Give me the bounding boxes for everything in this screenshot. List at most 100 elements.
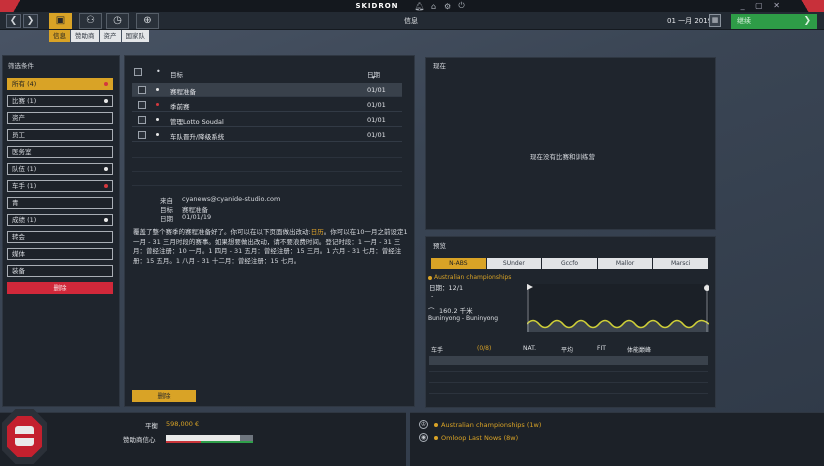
unread-dot bbox=[104, 82, 108, 86]
message-subject: 季前赛 bbox=[170, 103, 190, 111]
col-nat[interactable]: NAT. bbox=[523, 345, 536, 352]
tab-assets[interactable]: 资产 bbox=[99, 30, 121, 42]
filter-label: 队伍 (1) bbox=[12, 165, 37, 173]
date-value: 01/01/19 bbox=[182, 213, 212, 221]
home-icon[interactable]: ⌂ bbox=[427, 2, 441, 11]
chevron-right-icon: ❯ bbox=[803, 16, 811, 26]
bell-icon[interactable]: 🔔︎ bbox=[413, 2, 427, 11]
unread-dot bbox=[104, 99, 108, 103]
delete-message-button[interactable]: 删除 bbox=[132, 390, 196, 402]
filter-media[interactable]: 媒体 bbox=[7, 248, 113, 260]
unread-dot bbox=[156, 103, 159, 106]
sponsor-confidence-label: 赞助商信心 bbox=[123, 436, 156, 444]
filter-riders[interactable]: 车手 (1) bbox=[7, 180, 113, 192]
target-icon: ◉ bbox=[419, 433, 428, 442]
forward-button[interactable]: ❯ bbox=[23, 14, 38, 28]
filter-medical[interactable]: 医务室 bbox=[7, 146, 113, 158]
tab-sponsors[interactable]: 赞助商 bbox=[71, 30, 99, 42]
filter-equipment[interactable]: 装备 bbox=[7, 265, 113, 277]
filter-label: 员工 bbox=[12, 131, 25, 139]
preview-tab[interactable]: Gccfo bbox=[542, 258, 597, 269]
preview-tab[interactable]: SUnder bbox=[486, 258, 542, 269]
message-row[interactable]: 管理Lotto Soudal 01/01 bbox=[132, 113, 402, 127]
list-divider bbox=[132, 157, 402, 158]
col-fit[interactable]: FIT bbox=[597, 345, 606, 352]
balance-value: 598,000 € bbox=[166, 420, 200, 428]
page-title: 信息 bbox=[404, 17, 418, 25]
race-name[interactable]: Australian championships bbox=[428, 274, 511, 281]
messages-header: • 目标 日期 ▾ bbox=[132, 67, 404, 81]
briefcase-icon: ▣ bbox=[55, 15, 66, 26]
power-icon[interactable]: ⏻ bbox=[455, 1, 469, 11]
message-subject: 管理Lotto Soudal bbox=[170, 118, 224, 126]
select-all-checkbox[interactable] bbox=[134, 68, 142, 76]
unread-dot bbox=[104, 218, 108, 222]
filter-assets[interactable]: 资产 bbox=[7, 112, 113, 124]
preview-tab[interactable]: Mallor bbox=[597, 258, 653, 269]
stopwatch-button[interactable]: ◷ bbox=[106, 13, 129, 29]
race-route: Buninyong - Buninyong bbox=[428, 315, 499, 322]
now-panel bbox=[425, 57, 716, 230]
filter-transfers[interactable]: 转会 bbox=[7, 231, 113, 243]
row-checkbox[interactable] bbox=[138, 101, 146, 109]
upcoming-event[interactable]: Omloop Last Nows (8w) bbox=[434, 434, 518, 442]
gear-icon[interactable]: ⚙︎ bbox=[441, 2, 455, 11]
unread-dot bbox=[156, 118, 159, 121]
col-subject[interactable]: 目标 bbox=[170, 69, 183, 79]
upcoming-event[interactable]: Australian championships (1w) bbox=[434, 421, 541, 429]
rider-row-empty bbox=[429, 356, 708, 365]
filter-youth[interactable]: 青 bbox=[7, 197, 113, 209]
team-jersey-icon[interactable] bbox=[2, 409, 47, 464]
filter-staff[interactable]: 员工 bbox=[7, 129, 113, 141]
filter-label: 媒体 bbox=[12, 250, 25, 258]
back-button[interactable]: ❮ bbox=[6, 14, 21, 28]
flat-stage-icon: ⌒ bbox=[428, 307, 435, 315]
now-title: 现在 bbox=[433, 62, 446, 70]
riders-header: 车手 (0/8) NAT. 平均 FIT 体能巅峰 bbox=[431, 345, 708, 355]
col-form[interactable]: 体能巅峰 bbox=[627, 345, 651, 354]
filter-list: 所有 (4) 比赛 (1) 资产 员工 医务室 队伍 (1) 车手 (1) 青 … bbox=[7, 78, 113, 294]
globe-button[interactable]: ⊕ bbox=[136, 13, 159, 29]
sort-desc-icon: ▾ bbox=[372, 75, 375, 81]
filter-results[interactable]: 成绩 (1) bbox=[7, 214, 113, 226]
mail-button[interactable]: ▣ bbox=[49, 13, 72, 29]
message-subject: 车队晋升/降级系统 bbox=[170, 133, 225, 141]
preview-tab[interactable]: Marsci bbox=[653, 258, 708, 269]
message-date: 01/01 bbox=[367, 101, 386, 109]
tab-info[interactable]: 信息 bbox=[49, 30, 70, 42]
window-controls-icon[interactable]: _ ▢ ✕ bbox=[741, 1, 784, 10]
race-dash: - bbox=[431, 292, 434, 300]
race-date: 日期：12/1 bbox=[429, 284, 464, 292]
filter-label: 装备 bbox=[12, 267, 25, 275]
calendar-link[interactable]: 日历 bbox=[311, 228, 324, 236]
filter-all[interactable]: 所有 (4) bbox=[7, 78, 113, 90]
message-row[interactable]: 车队晋升/降级系统 01/01 bbox=[132, 128, 402, 142]
row-checkbox[interactable] bbox=[138, 131, 146, 139]
brand-logo: SKIDRON bbox=[355, 2, 399, 10]
race-distance: 160.2 千米 bbox=[439, 307, 473, 315]
row-checkbox[interactable] bbox=[138, 86, 146, 94]
message-subject: 赛程准备 bbox=[170, 88, 196, 96]
row-checkbox[interactable] bbox=[138, 116, 146, 124]
message-row[interactable]: 赛程准备 01/01 bbox=[132, 83, 402, 97]
filter-races[interactable]: 比赛 (1) bbox=[7, 95, 113, 107]
jersey-shirt bbox=[15, 426, 34, 446]
tab-national-team[interactable]: 国家队 bbox=[121, 30, 149, 42]
team-button[interactable]: ⚇ bbox=[79, 13, 102, 29]
preview-tab[interactable]: N-ABS bbox=[431, 258, 486, 269]
calendar-icon[interactable]: ▦ bbox=[709, 14, 721, 27]
filter-label: 车手 (1) bbox=[12, 182, 37, 190]
filter-team[interactable]: 队伍 (1) bbox=[7, 163, 113, 175]
col-avg[interactable]: 平均 bbox=[561, 345, 573, 354]
continue-button[interactable]: 继续 ❯ bbox=[731, 14, 817, 29]
delete-filter-button[interactable]: 删除 bbox=[7, 282, 113, 294]
message-row[interactable]: 季前赛 01/01 bbox=[132, 98, 402, 112]
balance-label: 平衡 bbox=[145, 422, 158, 430]
message-date: 01/01 bbox=[367, 116, 386, 124]
list-divider bbox=[429, 382, 708, 383]
unread-dot bbox=[156, 133, 159, 136]
date-label: 日期 bbox=[160, 215, 173, 223]
preview-tabs: N-ABS SUnder Gccfo Mallor Marsci bbox=[431, 258, 708, 269]
now-empty-text: 现在没有比赛和训练营 bbox=[530, 153, 595, 161]
list-divider bbox=[132, 185, 402, 186]
